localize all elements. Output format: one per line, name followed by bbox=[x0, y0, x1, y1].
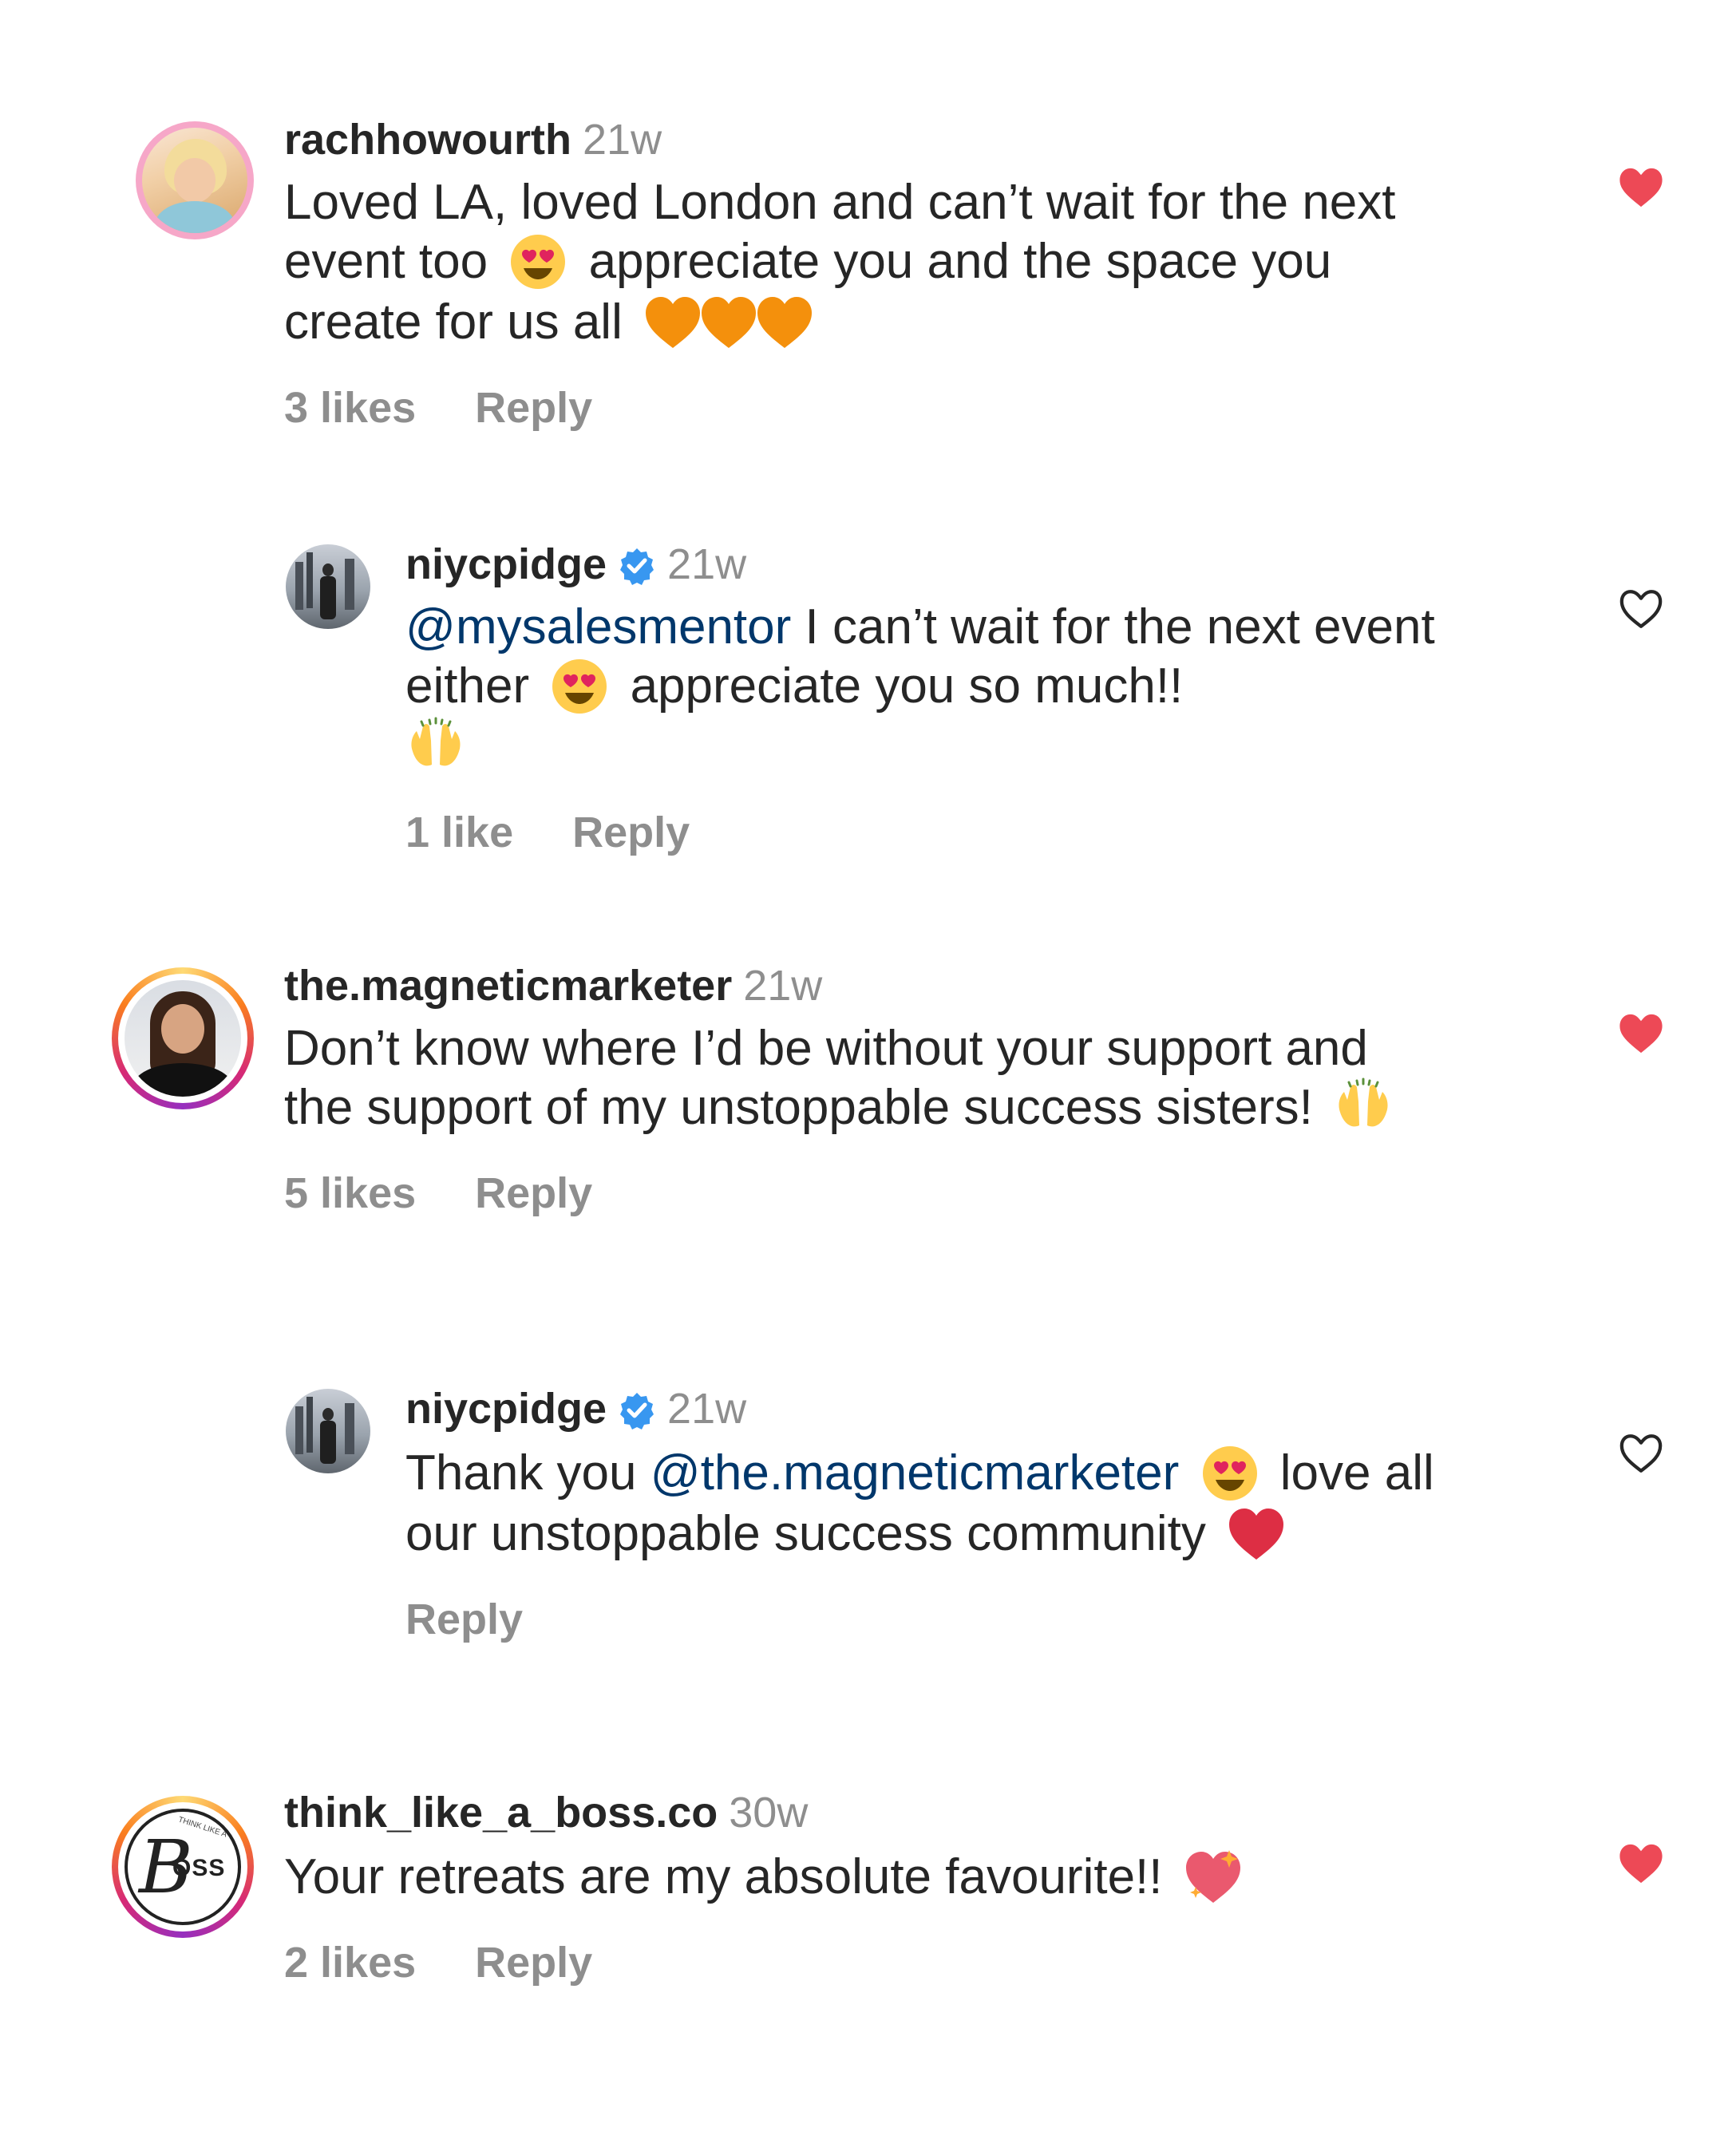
heart-eyes-emoji-icon bbox=[1200, 1443, 1260, 1504]
heart-filled-icon[interactable] bbox=[1618, 1012, 1664, 1055]
comment-body: niycpidge 21w @mysalesmentor I can’t wait… bbox=[405, 536, 1443, 857]
avatar[interactable] bbox=[286, 1389, 370, 1473]
likes-count[interactable]: 5 likes bbox=[284, 1169, 416, 1217]
comment-body: think_like_a_boss.co 30w Your retreats ar… bbox=[284, 1785, 1449, 1987]
comment-header: the.magneticmarketer 21w bbox=[284, 958, 1449, 1014]
comment-body: niycpidge 21w Thank you @the.magneticmark… bbox=[405, 1381, 1443, 1644]
username[interactable]: niycpidge bbox=[405, 1385, 607, 1433]
comment-header: niycpidge 21w bbox=[405, 536, 1443, 592]
comment-text: Loved LA, loved London and can’t wait fo… bbox=[284, 174, 1465, 353]
heart-filled-icon[interactable] bbox=[1618, 1842, 1664, 1885]
timestamp[interactable]: 21w bbox=[583, 116, 662, 164]
sparkling-heart-emoji-icon bbox=[1183, 1847, 1244, 1908]
raising-hands-emoji-icon bbox=[1333, 1078, 1394, 1138]
comment-text: Don’t know where I’d be without your sup… bbox=[284, 1020, 1449, 1138]
comment-text: Thank you @the.magneticmarketer love all… bbox=[405, 1443, 1443, 1564]
reply-button[interactable]: Reply bbox=[475, 1939, 592, 1987]
comment-header: rachhowourth 21w bbox=[284, 112, 1465, 168]
reply-button[interactable]: Reply bbox=[405, 1595, 523, 1643]
avatar[interactable] bbox=[286, 544, 370, 629]
avatar[interactable] bbox=[136, 121, 254, 239]
heart-eyes-emoji-icon bbox=[549, 656, 610, 717]
timestamp[interactable]: 21w bbox=[743, 962, 822, 1010]
username[interactable]: rachhowourth bbox=[284, 116, 571, 164]
logo-text: OSS bbox=[172, 1855, 226, 1881]
orange-heart-emoji-icon bbox=[643, 292, 703, 353]
avatar[interactable]: B OSS THINK LIKE A bbox=[112, 1796, 254, 1938]
username[interactable]: think_like_a_boss.co bbox=[284, 1789, 718, 1837]
comment-text: @mysalesmentor I can’t wait for the next… bbox=[405, 599, 1443, 777]
reply-button[interactable]: Reply bbox=[572, 809, 690, 856]
red-heart-emoji-icon bbox=[1226, 1504, 1287, 1564]
comment-text-part: Your retreats are my absolute favourite!… bbox=[284, 1849, 1163, 1904]
heart-outline-icon[interactable] bbox=[1618, 587, 1664, 631]
comment-actions: 3 likes Reply bbox=[284, 383, 1465, 433]
likes-count[interactable]: 1 like bbox=[405, 809, 513, 856]
timestamp[interactable]: 21w bbox=[667, 1385, 746, 1433]
heart-filled-icon[interactable] bbox=[1618, 166, 1664, 209]
heart-outline-icon[interactable] bbox=[1618, 1432, 1664, 1475]
comment-header: think_like_a_boss.co 30w bbox=[284, 1785, 1449, 1841]
verified-badge-icon bbox=[620, 548, 654, 585]
comment-body: the.magneticmarketer 21w Don’t know where… bbox=[284, 958, 1449, 1218]
likes-count[interactable]: 3 likes bbox=[284, 384, 416, 432]
mention-link[interactable]: @mysalesmentor bbox=[405, 599, 791, 654]
comment-actions: 2 likes Reply bbox=[284, 1938, 1449, 1987]
comment-text-part: Thank you bbox=[405, 1445, 637, 1501]
mention-link[interactable]: @the.magneticmarketer bbox=[651, 1445, 1180, 1501]
avatar[interactable] bbox=[112, 967, 254, 1109]
orange-heart-emoji-icon bbox=[698, 292, 759, 353]
comment-body: rachhowourth 21w Loved LA, loved London a… bbox=[284, 112, 1465, 433]
raising-hands-emoji-icon bbox=[405, 717, 466, 777]
verified-badge-icon bbox=[620, 1393, 654, 1429]
timestamp[interactable]: 21w bbox=[667, 540, 746, 588]
timestamp[interactable]: 30w bbox=[729, 1789, 808, 1837]
comment-text: Your retreats are my absolute favourite!… bbox=[284, 1847, 1449, 1908]
comment-actions: 1 like Reply bbox=[405, 808, 1443, 857]
username[interactable]: niycpidge bbox=[405, 540, 607, 588]
comment-header: niycpidge 21w bbox=[405, 1381, 1443, 1437]
orange-heart-emoji-icon bbox=[754, 292, 815, 353]
username[interactable]: the.magneticmarketer bbox=[284, 962, 732, 1010]
reply-button[interactable]: Reply bbox=[475, 1169, 592, 1217]
reply-button[interactable]: Reply bbox=[475, 384, 592, 432]
comment-text-part: appreciate you so much!! bbox=[630, 658, 1184, 714]
likes-count[interactable]: 2 likes bbox=[284, 1939, 416, 1987]
comment-actions: 5 likes Reply bbox=[284, 1168, 1449, 1218]
comment-actions: Reply bbox=[405, 1595, 1443, 1644]
heart-eyes-emoji-icon bbox=[508, 231, 568, 292]
comment-text-part: Don’t know where I’d be without your sup… bbox=[284, 1021, 1368, 1135]
